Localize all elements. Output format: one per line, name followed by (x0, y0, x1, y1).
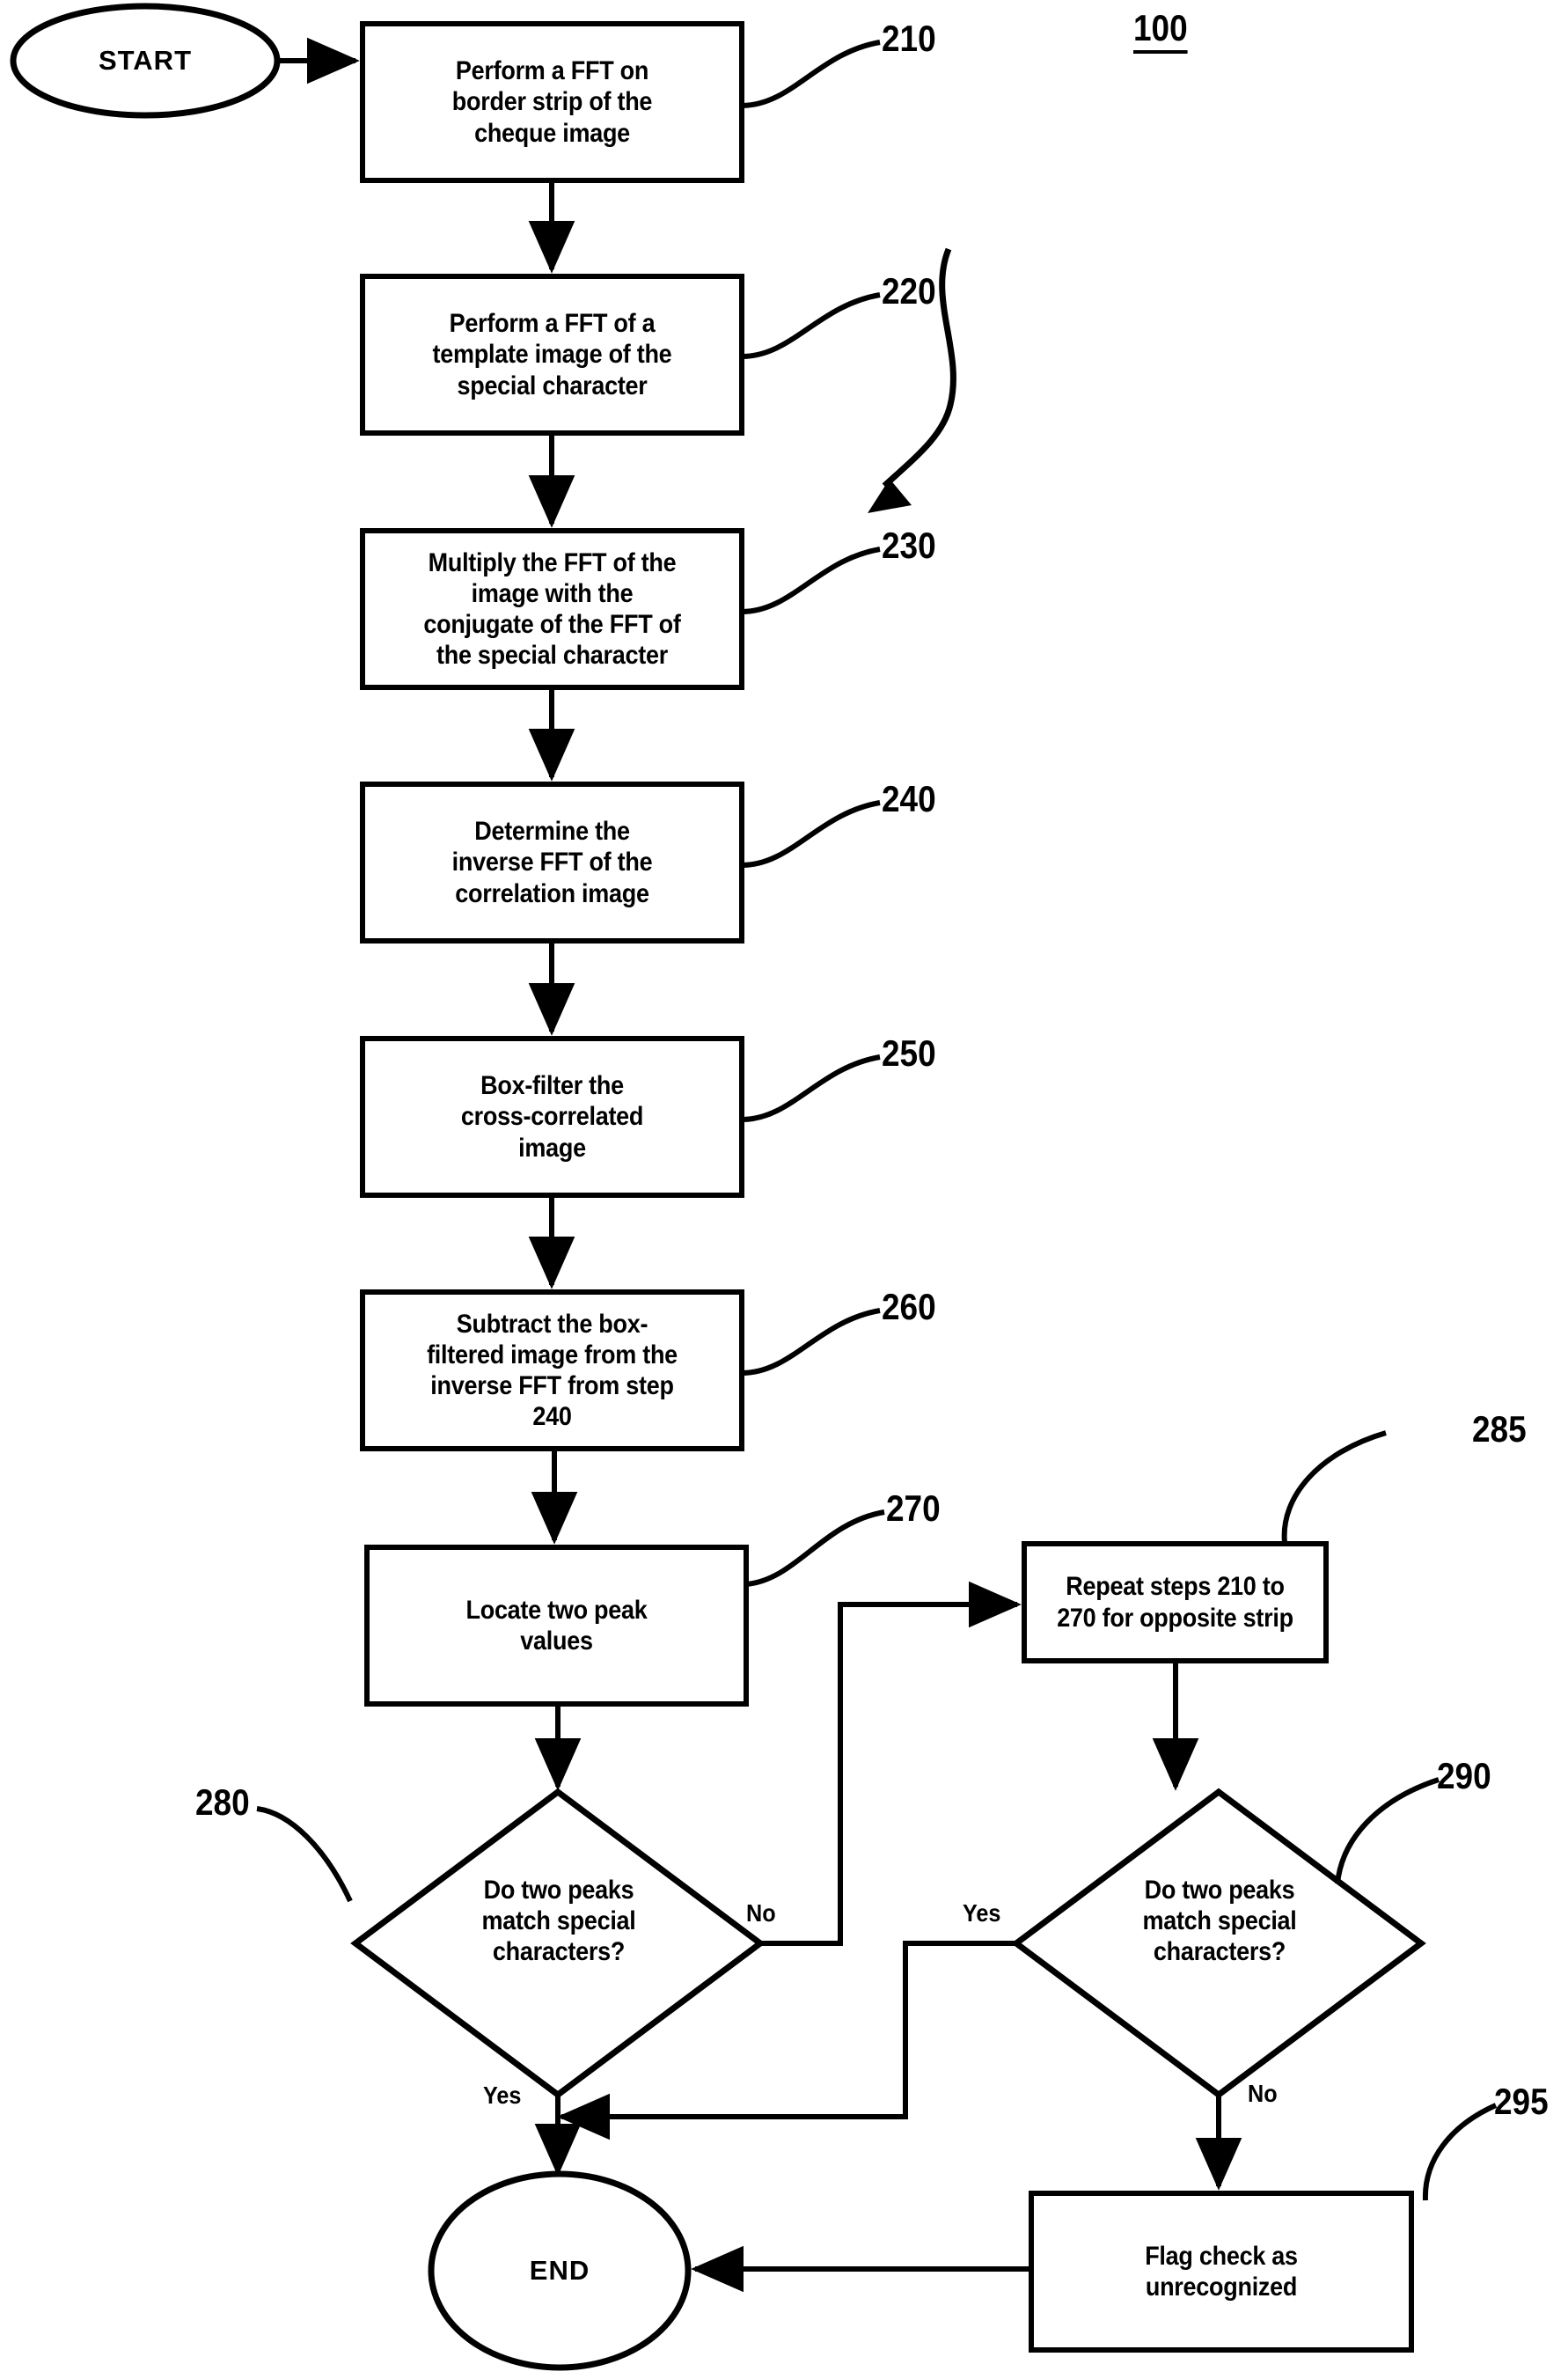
ref-numeral-270: 270 (886, 1487, 941, 1529)
branch-label-280-no: No (746, 1899, 776, 1927)
diamond-280-shape (350, 1788, 766, 2099)
leader-250 (741, 1054, 881, 1122)
ref-numeral-290: 290 (1437, 1755, 1491, 1796)
branch-label-280-yes: Yes (483, 2082, 522, 2109)
leader-280 (256, 1806, 353, 1903)
leader-290 (1335, 1777, 1440, 1884)
ref-numeral-285: 285 (1472, 1408, 1527, 1450)
box-240-shape (360, 782, 744, 944)
ref-numeral-260: 260 (882, 1286, 936, 1327)
box-285-shape (1022, 1541, 1329, 1663)
leader-220 (741, 292, 881, 359)
box-220-shape (360, 274, 744, 436)
box-250-shape (360, 1036, 744, 1198)
ref-numeral-295: 295 (1494, 2081, 1549, 2122)
box-210-shape (360, 21, 744, 183)
box-230-shape (360, 528, 744, 690)
leader-240 (741, 800, 881, 868)
ref-numeral-210: 210 (882, 18, 936, 59)
leader-230 (741, 547, 881, 614)
edge-280-no-to-285 (760, 1581, 1022, 1946)
ref-numeral-230: 230 (882, 525, 936, 566)
ref-numeral-240: 240 (882, 778, 936, 819)
box-260-shape (360, 1289, 744, 1451)
end-terminator-shape (428, 2170, 692, 2371)
branch-label-290-yes: Yes (963, 1899, 1001, 1927)
ref-numeral-100-figure: 100 (1133, 7, 1188, 54)
box-270-shape (364, 1545, 749, 1707)
leader-270 (745, 1509, 885, 1587)
ref-numeral-250: 250 (882, 1032, 936, 1074)
start-terminator-shape (10, 3, 281, 119)
box-295-shape (1029, 2191, 1414, 2353)
branch-label-290-no: No (1248, 2080, 1278, 2107)
leader-285 (1281, 1430, 1387, 1544)
edge-290-yes-to-end-junction (557, 1941, 1016, 2140)
diamond-290-shape (1011, 1788, 1426, 2099)
leader-295 (1422, 2103, 1498, 2201)
ref-numeral-280: 280 (195, 1781, 250, 1823)
patent-flowchart-figure: START Perform a FFT on border strip of t… (0, 0, 1568, 2379)
leader-260 (741, 1308, 881, 1376)
ref-numeral-220: 220 (882, 270, 936, 312)
leader-210 (741, 40, 881, 108)
leader-100-arrowhead (868, 479, 912, 513)
flowchart-vector-layer (10, 3, 1498, 2371)
